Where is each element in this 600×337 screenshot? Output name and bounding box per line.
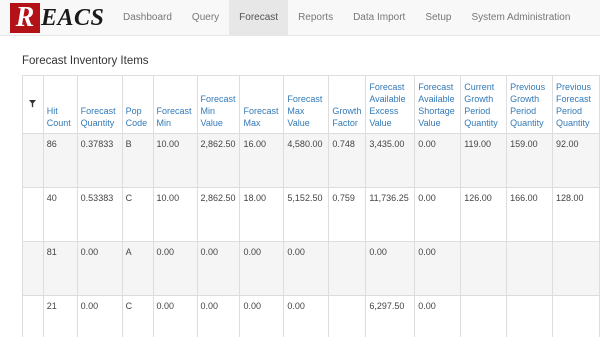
nav-item-reports[interactable]: Reports — [288, 0, 343, 36]
cell-forecast-min: 10.00 — [152, 187, 198, 242]
table-row[interactable]: 40 0.53383 C 10.00 2,862.50 18.00 5,152.50 0.75… — [22, 187, 600, 242]
cell-forecast-min-value: 0.00 — [196, 295, 241, 337]
cell-forecast-min-value: 2,862.50 — [196, 187, 241, 242]
cell-hit-count: 21 — [42, 295, 78, 337]
table-body: 86 0.37833 B 10.00 2,862.50 16.00 4,580.00 0.74… — [22, 133, 600, 337]
cell-previous-forecast-period-quantity: 92.00 — [551, 133, 600, 188]
column-header-current-growth-period-quantity[interactable]: Current Growth Period Quantity — [460, 75, 508, 134]
row-select-cell[interactable] — [22, 241, 44, 296]
cell-forecast-min-value: 0.00 — [196, 241, 241, 296]
column-header-hit-count[interactable]: Hit Count — [42, 75, 78, 134]
nav-item-system-administration[interactable]: System Administration — [461, 0, 580, 36]
column-header-forecast-quantity[interactable]: Forecast Quantity — [76, 75, 123, 134]
filter-icon[interactable] — [29, 99, 37, 108]
row-select-cell[interactable] — [22, 295, 44, 337]
cell-previous-forecast-period-quantity: 128.00 — [551, 187, 600, 242]
cell-pop-code: C — [121, 295, 154, 337]
cell-growth-factor — [328, 295, 367, 337]
cell-hit-count: 81 — [42, 241, 78, 296]
cell-current-growth-period-quantity: 119.00 — [460, 133, 508, 188]
cell-forecast-available-excess-value: 3,435.00 — [365, 133, 416, 188]
column-header-forecast-available-shortage-value[interactable]: Forecast Available Shortage Value — [414, 75, 462, 134]
cell-pop-code: C — [121, 187, 154, 242]
cell-growth-factor: 0.748 — [328, 133, 367, 188]
cell-forecast-available-shortage-value: 0.00 — [414, 133, 462, 188]
column-header-forecast-available-excess-value[interactable]: Forecast Available Excess Value — [365, 75, 416, 134]
cell-forecast-min: 10.00 — [152, 133, 198, 188]
column-header-growth-factor[interactable]: Growth Factor — [328, 75, 367, 134]
column-header-pop-code[interactable]: Pop Code — [121, 75, 154, 134]
nav-item-dashboard[interactable]: Dashboard — [113, 0, 182, 36]
table-row[interactable]: 21 0.00 C 0.00 0.00 0.00 0.00 6,297.50 0.00 — [22, 295, 600, 337]
cell-pop-code: B — [121, 133, 154, 188]
forecast-items-table: Hit Count Forecast Quantity Pop Code Foreca… — [22, 75, 600, 337]
column-header-previous-forecast-period-quantity[interactable]: Previous Forecast Period Quantity — [551, 75, 600, 134]
logo-letter: R — [10, 3, 40, 33]
column-header-forecast-min-value[interactable]: Forecast Min Value — [196, 75, 241, 134]
table-row[interactable]: 86 0.37833 B 10.00 2,862.50 16.00 4,580.00 0.74… — [22, 133, 600, 188]
cell-growth-factor: 0.759 — [328, 187, 367, 242]
filter-column-header[interactable] — [22, 75, 44, 134]
cell-forecast-max: 16.00 — [239, 133, 285, 188]
cell-previous-growth-period-quantity — [506, 241, 553, 296]
cell-forecast-max-value: 0.00 — [283, 241, 330, 296]
cell-forecast-quantity: 0.53383 — [76, 187, 123, 242]
main-nav: Dashboard Query Forecast Reports Data Import… — [113, 0, 580, 36]
cell-forecast-available-shortage-value: 0.00 — [414, 187, 462, 242]
cell-forecast-min: 0.00 — [152, 295, 198, 337]
table-header-row: Hit Count Forecast Quantity Pop Code Foreca… — [22, 75, 600, 134]
cell-hit-count: 40 — [42, 187, 78, 242]
cell-forecast-available-excess-value: 11,736.25 — [365, 187, 416, 242]
cell-forecast-available-shortage-value: 0.00 — [414, 241, 462, 296]
cell-forecast-max: 18.00 — [239, 187, 285, 242]
cell-forecast-available-shortage-value: 0.00 — [414, 295, 462, 337]
cell-forecast-quantity: 0.37833 — [76, 133, 123, 188]
cell-current-growth-period-quantity: 126.00 — [460, 187, 508, 242]
cell-forecast-max: 0.00 — [239, 295, 285, 337]
app-logo[interactable]: R EACS — [10, 2, 104, 34]
nav-item-forecast[interactable]: Forecast — [229, 0, 289, 36]
column-header-forecast-min[interactable]: Forecast Min — [152, 75, 198, 134]
nav-item-data-import[interactable]: Data Import — [343, 0, 415, 36]
row-select-cell[interactable] — [22, 133, 44, 188]
cell-forecast-available-excess-value: 6,297.50 — [365, 295, 416, 337]
cell-growth-factor — [328, 241, 367, 296]
cell-forecast-quantity: 0.00 — [76, 241, 123, 296]
cell-forecast-max-value: 5,152.50 — [283, 187, 330, 242]
cell-previous-growth-period-quantity: 166.00 — [506, 187, 553, 242]
cell-previous-forecast-period-quantity — [551, 295, 600, 337]
cell-forecast-available-excess-value: 0.00 — [365, 241, 416, 296]
cell-previous-growth-period-quantity — [506, 295, 553, 337]
column-header-forecast-max-value[interactable]: Forecast Max Value — [283, 75, 330, 134]
cell-forecast-max: 0.00 — [239, 241, 285, 296]
page-title: Forecast Inventory Items — [22, 55, 149, 67]
cell-forecast-max-value: 0.00 — [283, 295, 330, 337]
cell-current-growth-period-quantity — [460, 295, 508, 337]
cell-previous-forecast-period-quantity — [551, 241, 600, 296]
cell-forecast-max-value: 4,580.00 — [283, 133, 330, 188]
column-header-previous-growth-period-quantity[interactable]: Previous Growth Period Quantity — [506, 75, 553, 134]
cell-forecast-quantity: 0.00 — [76, 295, 123, 337]
cell-pop-code: A — [121, 241, 154, 296]
table-row[interactable]: 81 0.00 A 0.00 0.00 0.00 0.00 0.00 0.00 — [22, 241, 600, 296]
nav-item-query[interactable]: Query — [182, 0, 229, 36]
cell-forecast-min-value: 2,862.50 — [196, 133, 241, 188]
logo-text: EACS — [41, 4, 105, 31]
cell-previous-growth-period-quantity: 159.00 — [506, 133, 553, 188]
column-header-forecast-max[interactable]: Forecast Max — [239, 75, 285, 134]
cell-hit-count: 86 — [42, 133, 78, 188]
row-select-cell[interactable] — [22, 187, 44, 242]
nav-item-setup[interactable]: Setup — [415, 0, 461, 36]
cell-current-growth-period-quantity — [460, 241, 508, 296]
cell-forecast-min: 0.00 — [152, 241, 198, 296]
top-navbar: R EACS Dashboard Query Forecast Reports Data… — [0, 0, 600, 36]
